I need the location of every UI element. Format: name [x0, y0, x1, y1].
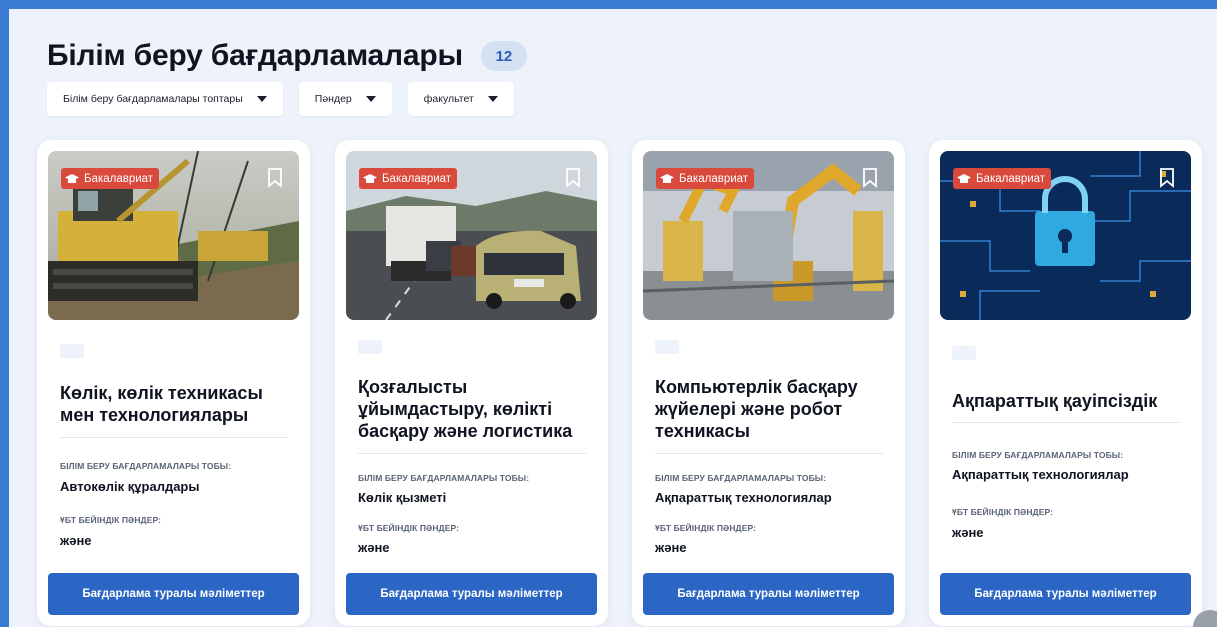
- program-image-traffic: Бакалавриат: [346, 151, 597, 320]
- tag-placeholder: [60, 344, 84, 358]
- graduation-cap-icon: [363, 173, 377, 183]
- program-title: Қозғалысты ұйымдастыру, көлікті басқару …: [358, 377, 573, 441]
- program-details-button[interactable]: Бағдарлама туралы мәліметтер: [48, 573, 299, 615]
- graduation-cap-icon: [65, 173, 79, 183]
- badge-label: Бакалавриат: [976, 172, 1046, 185]
- filter-label: факультет: [423, 93, 474, 105]
- group-label: БІЛІМ БЕРУ БАҒДАРЛАМАЛАРЫ ТОБЫ:: [655, 473, 827, 483]
- program-title: Компьютерлік басқару жүйелері және робот…: [655, 377, 858, 441]
- program-details-button[interactable]: Бағдарлама туралы мәліметтер: [346, 573, 597, 615]
- badge-label: Бакалавриат: [679, 172, 749, 185]
- group-label: БІЛІМ БЕРУ БАҒДАРЛАМАЛАРЫ ТОБЫ:: [952, 450, 1124, 460]
- graduation-cap-icon: [660, 173, 674, 183]
- graduation-cap-icon: [957, 173, 971, 183]
- program-details-button[interactable]: Бағдарлама туралы мәліметтер: [940, 573, 1191, 615]
- bookmark-icon[interactable]: [862, 168, 878, 188]
- page-header: Білім беру бағдарламалары 12: [47, 39, 527, 73]
- subjects-value: және: [952, 525, 984, 540]
- filter-faculty-dropdown[interactable]: факультет: [407, 82, 514, 116]
- program-image-robotics: Бакалавриат: [643, 151, 894, 320]
- page-frame: Білім беру бағдарламалары 12 Білім беру …: [0, 0, 1217, 627]
- results-count-badge: 12: [480, 41, 527, 71]
- filter-bar: Білім беру бағдарламалары топтары Пәндер…: [47, 82, 530, 116]
- bookmark-icon[interactable]: [1159, 168, 1175, 188]
- tag-placeholder: [358, 340, 382, 354]
- degree-badge: Бакалавриат: [656, 168, 755, 189]
- caret-down-icon: [365, 96, 376, 102]
- badge-label: Бакалавриат: [84, 172, 154, 185]
- subjects-label: ҰБТ БЕЙІНДІК ПӘНДЕР:: [358, 523, 460, 533]
- filter-program-groups-dropdown[interactable]: Білім беру бағдарламалары топтары: [47, 82, 283, 116]
- program-title: Көлік, көлік техникасы мен технологиялар…: [60, 383, 263, 425]
- program-card: Бакалавриат Компьютерлік басқару жүйелер…: [632, 140, 905, 626]
- program-card: Бакалавриат Көлік, көлік техникасы мен т…: [37, 140, 310, 626]
- group-label: БІЛІМ БЕРУ БАҒДАРЛАМАЛАРЫ ТОБЫ:: [358, 473, 530, 483]
- group-value: Ақпараттық технологиялар: [655, 490, 832, 505]
- program-title: Ақпараттық қауіпсіздік: [952, 391, 1158, 411]
- degree-badge: Бакалавриат: [359, 168, 458, 189]
- subjects-value: және: [655, 540, 687, 555]
- filter-label: Пәндер: [314, 93, 352, 105]
- subjects-label: ҰБТ БЕЙІНДІК ПӘНДЕР:: [952, 507, 1054, 517]
- degree-badge: Бакалавриат: [61, 168, 160, 189]
- subjects-label: ҰБТ БЕЙІНДІК ПӘНДЕР:: [60, 515, 162, 525]
- divider: [60, 437, 288, 438]
- caret-down-icon: [256, 96, 267, 102]
- program-card: Бакалавриат Ақпараттық қауіпсіздік БІЛІМ…: [929, 140, 1202, 626]
- tag-placeholder: [952, 346, 976, 360]
- subjects-value: және: [358, 540, 390, 555]
- divider: [358, 453, 586, 454]
- group-label: БІЛІМ БЕРУ БАҒДАРЛАМАЛАРЫ ТОБЫ:: [60, 461, 232, 471]
- page-title: Білім беру бағдарламалары: [47, 39, 463, 72]
- badge-label: Бакалавриат: [382, 172, 452, 185]
- program-details-button[interactable]: Бағдарлама туралы мәліметтер: [643, 573, 894, 615]
- group-value: Ақпараттық технологиялар: [952, 467, 1129, 482]
- program-image-security: Бакалавриат: [940, 151, 1191, 320]
- filter-subjects-dropdown[interactable]: Пәндер: [298, 82, 392, 116]
- group-value: Көлік қызметі: [358, 490, 447, 505]
- degree-badge: Бакалавриат: [953, 168, 1052, 189]
- group-value: Автокөлік құралдары: [60, 479, 200, 494]
- divider: [952, 422, 1180, 423]
- caret-down-icon: [487, 96, 498, 102]
- filter-label: Білім беру бағдарламалары топтары: [63, 93, 243, 105]
- bookmark-icon[interactable]: [267, 168, 283, 188]
- subjects-label: ҰБТ БЕЙІНДІК ПӘНДЕР:: [655, 523, 757, 533]
- subjects-value: және: [60, 533, 92, 548]
- program-card: Бакалавриат Қозғалысты ұйымдастыру, көлі…: [335, 140, 608, 626]
- program-image-construction: Бакалавриат: [48, 151, 299, 320]
- bookmark-icon[interactable]: [565, 168, 581, 188]
- tag-placeholder: [655, 340, 679, 354]
- divider: [655, 453, 883, 454]
